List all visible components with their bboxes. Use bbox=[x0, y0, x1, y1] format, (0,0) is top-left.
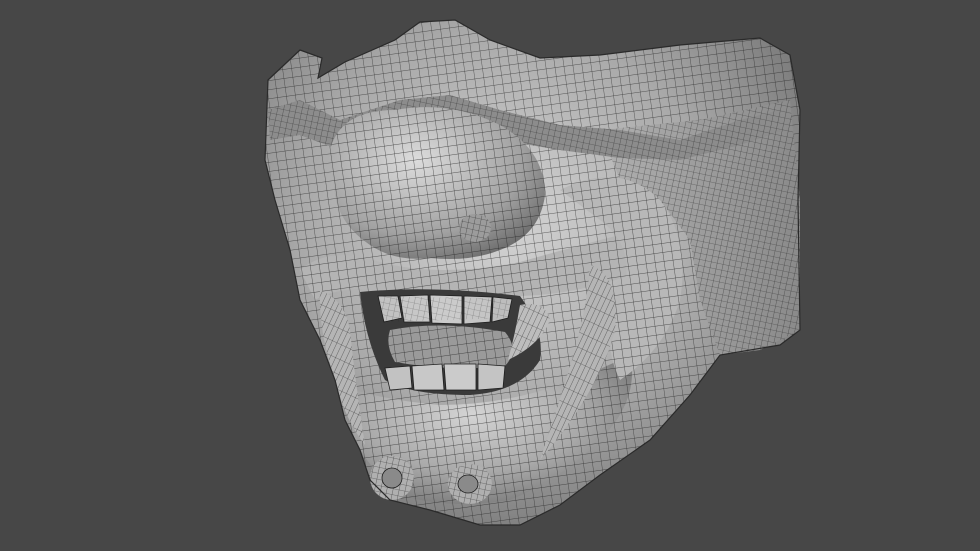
mask-chin-ring-left bbox=[370, 456, 414, 500]
mask-chin-ring-right bbox=[448, 464, 492, 504]
mask-tongue bbox=[388, 325, 513, 369]
mask-upper-teeth bbox=[377, 294, 513, 325]
mask-render bbox=[264, 19, 801, 526]
3d-viewport[interactable] bbox=[0, 0, 980, 551]
